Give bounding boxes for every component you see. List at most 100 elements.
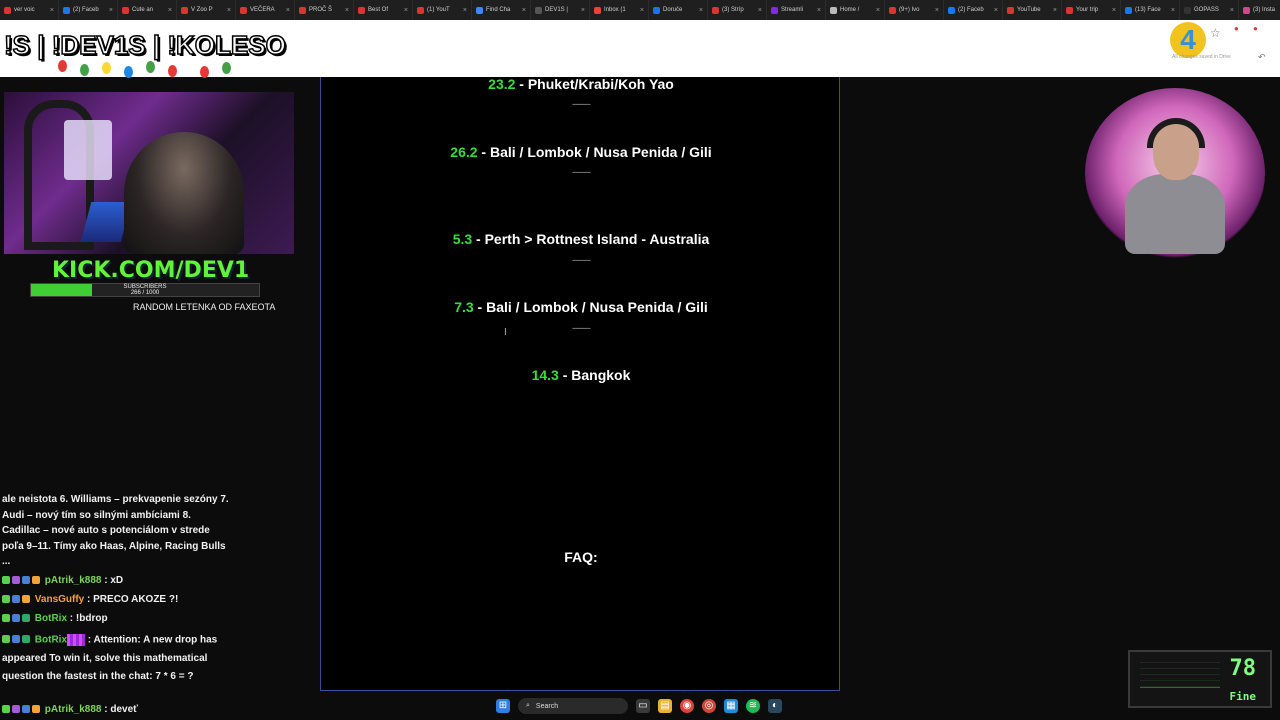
close-tab-icon[interactable]: × <box>286 7 290 14</box>
browser-tab[interactable]: (3) Insta× <box>1239 0 1280 20</box>
close-tab-icon[interactable]: × <box>345 7 349 14</box>
tab-label: (2) Faceb <box>73 7 99 13</box>
browser-tab[interactable]: YouTube × <box>1003 0 1062 20</box>
tab-label: DEV1S | <box>545 7 568 13</box>
browser-tab[interactable]: (2) Faceb × <box>944 0 1003 20</box>
tab-label: (2) Faceb <box>958 7 984 13</box>
subscriber-progress: SUBSCRIBERS 266 / 1000 <box>30 283 260 297</box>
file-explorer-icon[interactable]: ▤ <box>658 699 672 713</box>
chat-username[interactable]: VansGuffy <box>35 594 84 605</box>
document-page[interactable]: 23.2 - Phuket/Krabi/Koh Yao --------- 26… <box>320 76 840 691</box>
app-badge[interactable]: 4 <box>1170 22 1206 58</box>
star-icon[interactable]: ☆ <box>1210 26 1221 40</box>
close-tab-icon[interactable]: × <box>876 7 880 14</box>
tab-favicon-icon <box>1066 6 1073 14</box>
tab-favicon-icon <box>712 6 719 14</box>
separator: --------- <box>572 255 591 265</box>
browser-tab[interactable]: Best Of × <box>354 0 413 20</box>
chat-message: BotRix : Attention: A new drop has appea… <box>2 631 237 686</box>
close-tab-icon[interactable]: × <box>404 7 408 14</box>
windows-start-icon[interactable]: ⊞ <box>496 699 510 713</box>
spotify-icon[interactable]: ≋ <box>746 699 760 713</box>
tab-favicon-icon <box>653 6 660 14</box>
tab-favicon-icon <box>63 6 70 14</box>
close-tab-icon[interactable]: × <box>699 7 703 14</box>
browser-tab[interactable]: Home / × <box>826 0 885 20</box>
browser-tab-strip: ver voic × (2) Faceb × Cute an × V Zoo P × VEČER… <box>0 0 1280 20</box>
browser-tab[interactable]: Streamli × <box>767 0 826 20</box>
close-tab-icon[interactable]: × <box>463 7 467 14</box>
browser-tab[interactable]: (2) Faceb × <box>59 0 118 20</box>
webcam-feed <box>4 92 294 254</box>
chat-message: BotRix : !bdrop <box>2 611 242 626</box>
browser-tab[interactable]: GOPASS × <box>1180 0 1239 20</box>
close-tab-icon[interactable]: × <box>817 7 821 14</box>
browser-tab[interactable]: DEV1S | × <box>531 0 590 20</box>
browser-tab[interactable]: Inbox (1 × <box>590 0 649 20</box>
close-tab-icon[interactable]: × <box>994 7 998 14</box>
browser-tab[interactable]: (13) Face × <box>1121 0 1180 20</box>
chat-username[interactable]: pAtrik_k888 <box>45 704 102 715</box>
close-tab-icon[interactable]: × <box>581 7 585 14</box>
tab-favicon-icon <box>417 6 424 14</box>
close-tab-icon[interactable]: × <box>522 7 526 14</box>
tab-favicon-icon <box>771 6 778 14</box>
tab-favicon-icon <box>122 6 129 14</box>
browser-tab[interactable]: (3) Stríp × <box>708 0 767 20</box>
tab-label: Your trip <box>1076 7 1099 13</box>
app-icon[interactable]: ▦ <box>724 699 738 713</box>
subscriber-count: 266 / 1000 <box>130 290 160 296</box>
tab-favicon-icon <box>1007 6 1014 14</box>
tab-favicon-icon <box>1184 6 1191 14</box>
close-tab-icon[interactable]: × <box>1112 7 1116 14</box>
browser-tab[interactable]: Cute an × <box>118 0 177 20</box>
user-badges-icon <box>2 702 42 717</box>
chat-username[interactable]: pAtrik_k888 <box>45 575 102 586</box>
close-tab-icon[interactable]: × <box>1171 7 1175 14</box>
browser-tab[interactable]: ver voic × <box>0 0 59 20</box>
browser-tab[interactable]: V Zoo P × <box>177 0 236 20</box>
chat-announcement: ale neistota 6. Williams – prekvapenie s… <box>2 494 229 567</box>
close-tab-icon[interactable]: × <box>1053 7 1057 14</box>
close-tab-icon[interactable]: × <box>935 7 939 14</box>
emote-icon <box>67 634 86 646</box>
separator: --------- <box>572 99 591 109</box>
tab-favicon-icon <box>358 6 365 14</box>
steam-icon[interactable]: ◐ <box>768 699 782 713</box>
browser-tab[interactable]: VEČERA × <box>236 0 295 20</box>
tab-label: PROČ Š <box>309 7 333 13</box>
header-icons: ● ● <box>1234 24 1264 33</box>
chat-username[interactable]: BotRix <box>35 635 67 646</box>
close-tab-icon[interactable]: × <box>640 7 644 14</box>
undo-icon[interactable]: ↶ <box>1258 52 1266 63</box>
chat-message: pAtrik_k888 : deveť <box>2 702 242 717</box>
saved-status: All changes saved in Drive <box>1172 54 1231 60</box>
tab-label: (1) YouT <box>427 7 450 13</box>
close-tab-icon[interactable]: × <box>109 7 113 14</box>
close-tab-icon[interactable]: × <box>227 7 231 14</box>
close-tab-icon[interactable]: × <box>758 7 762 14</box>
close-tab-icon[interactable]: × <box>50 7 54 14</box>
browser-tab[interactable]: Find Cha × <box>472 0 531 20</box>
close-tab-icon[interactable]: × <box>168 7 172 14</box>
tab-label: (3) Insta <box>1253 7 1276 13</box>
browser-tab[interactable]: Doruče × <box>649 0 708 20</box>
chrome-alt-icon[interactable]: ◎ <box>702 699 716 713</box>
close-tab-icon[interactable]: × <box>1230 7 1234 14</box>
task-view-icon[interactable]: ▭ <box>636 699 650 713</box>
taskbar-search[interactable]: ⌕ Search <box>518 698 628 714</box>
tab-label: YouTube <box>1017 7 1041 13</box>
gauge-value: 78 <box>1229 656 1257 681</box>
chrome-icon[interactable]: ◉ <box>680 699 694 713</box>
tab-label: ver voic <box>14 7 35 13</box>
chat-username[interactable]: BotRix <box>35 613 67 624</box>
browser-tab[interactable]: (1) YouT × <box>413 0 472 20</box>
kick-url: KICK.COM/DEV1 <box>52 258 250 283</box>
browser-tab[interactable]: (9+) Ivo × <box>885 0 944 20</box>
string-lights-decoration <box>50 56 240 80</box>
user-badges-icon <box>2 573 42 588</box>
browser-tab[interactable]: PROČ Š × <box>295 0 354 20</box>
tab-favicon-icon <box>889 6 896 14</box>
browser-tab[interactable]: Your trip × <box>1062 0 1121 20</box>
trip-entry: 7.3 - Bali / Lombok / Nusa Penida / Gili <box>454 299 708 315</box>
